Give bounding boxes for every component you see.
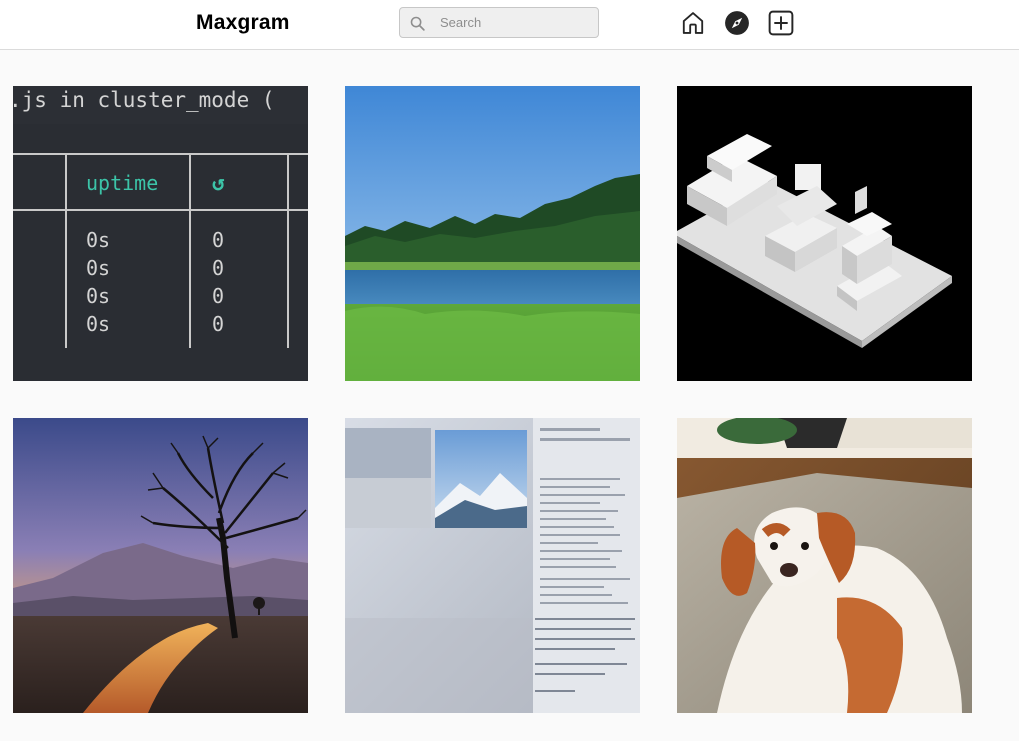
plus-square-icon[interactable]	[768, 10, 794, 36]
post-dog-on-rug[interactable]	[677, 418, 972, 713]
terminal-restart-cell: 0	[212, 312, 224, 336]
home-icon[interactable]	[680, 10, 706, 36]
post-monitor-photo[interactable]	[345, 418, 640, 713]
terminal-uptime-cell: 0s	[86, 284, 110, 308]
terminal-restart-cell: 0	[212, 228, 224, 252]
terminal-restart-cell: 0	[212, 284, 224, 308]
search-box[interactable]	[399, 7, 599, 38]
3d-blocks-image	[677, 86, 972, 381]
terminal-uptime-cell: 0s	[86, 312, 110, 336]
terminal-restart-cell: 0	[212, 256, 224, 280]
tree-sunset-image	[13, 418, 308, 713]
post-terminal-screenshot[interactable]: .js in cluster_mode ( uptime ↺ 0s 0 0s 0…	[13, 86, 308, 381]
search-input[interactable]	[432, 11, 592, 34]
monitor-photo-image	[345, 418, 640, 713]
terminal-column-header: uptime	[86, 171, 158, 195]
dog-photo-image	[677, 418, 972, 713]
top-navigation-bar: Maxgram	[0, 0, 1019, 50]
search-icon	[410, 16, 425, 31]
post-grid: .js in cluster_mode ( uptime ↺ 0s 0 0s 0…	[0, 50, 1019, 741]
terminal-uptime-cell: 0s	[86, 256, 110, 280]
post-3d-blocks-render[interactable]	[677, 86, 972, 381]
terminal-image: .js in cluster_mode ( uptime ↺ 0s 0 0s 0…	[13, 86, 308, 381]
terminal-restart-symbol: ↺	[212, 171, 225, 195]
post-tree-sunset-road[interactable]	[13, 418, 308, 713]
terminal-code-line: .js in cluster_mode (	[13, 88, 275, 112]
compass-icon[interactable]	[724, 10, 750, 36]
terminal-uptime-cell: 0s	[86, 228, 110, 252]
lake-landscape-image	[345, 86, 640, 381]
brand-logo[interactable]: Maxgram	[196, 11, 290, 35]
post-lake-landscape[interactable]	[345, 86, 640, 381]
